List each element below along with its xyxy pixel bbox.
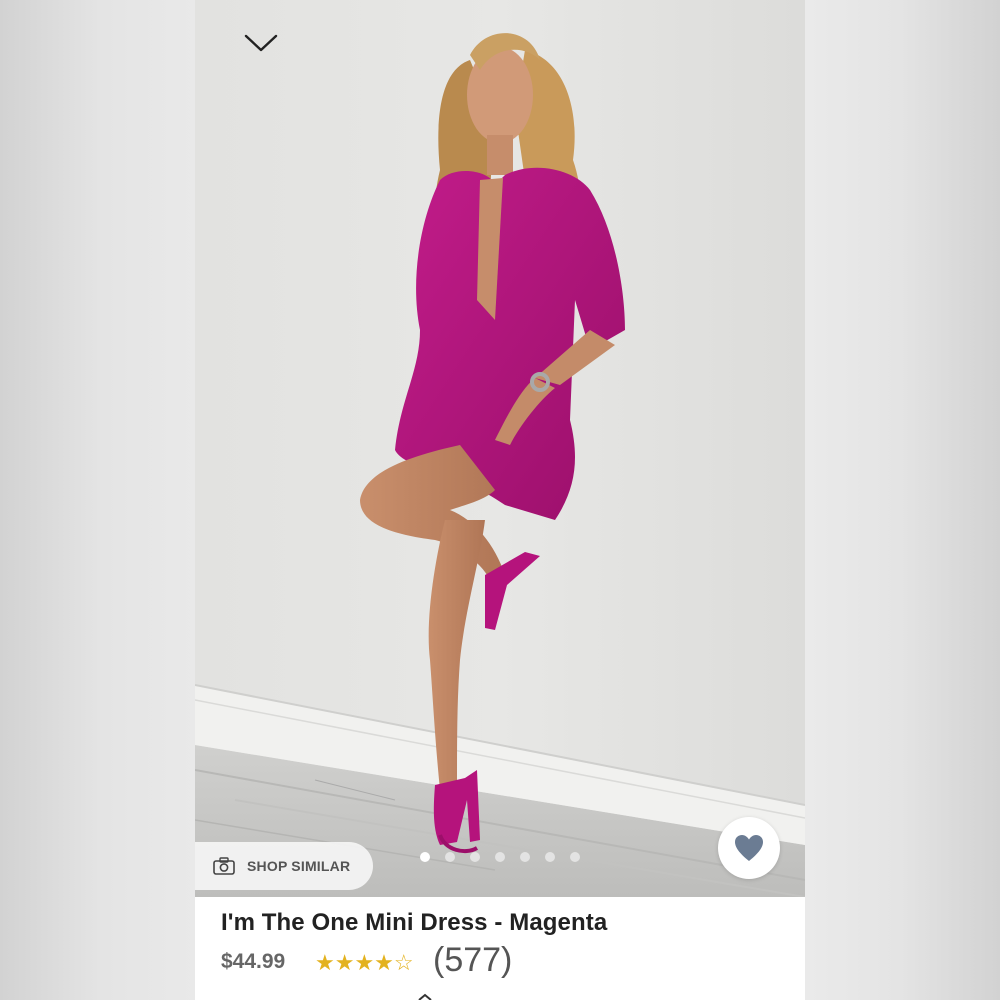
heart-icon <box>735 835 763 861</box>
carousel-dot[interactable] <box>570 852 580 862</box>
carousel-dot[interactable] <box>445 852 455 862</box>
carousel-dot[interactable] <box>495 852 505 862</box>
carousel-dot[interactable] <box>545 852 555 862</box>
collapse-button[interactable] <box>241 28 281 58</box>
product-screen: SHOP SIMILAR I'm The One Mini Dress - Ma… <box>195 0 805 1000</box>
product-image[interactable]: SHOP SIMILAR <box>195 0 805 897</box>
product-title[interactable]: I'm The One Mini Dress - Magenta <box>221 909 607 937</box>
carousel-dot[interactable] <box>420 852 430 862</box>
favorite-button[interactable] <box>718 817 780 879</box>
shop-similar-label: SHOP SIMILAR <box>247 858 351 874</box>
shop-similar-button[interactable]: SHOP SIMILAR <box>195 842 373 890</box>
carousel-indicator <box>420 852 580 862</box>
chevron-up-icon <box>418 993 432 1000</box>
chevron-down-icon <box>244 34 278 52</box>
product-photo <box>195 0 805 897</box>
camera-icon <box>213 857 235 875</box>
product-price: $44.99 <box>221 950 286 973</box>
carousel-dot[interactable] <box>470 852 480 862</box>
product-info: I'm The One Mini Dress - Magenta $44.99 … <box>195 897 805 1000</box>
review-count[interactable]: (577) <box>433 941 512 980</box>
rating-stars[interactable]: ★★★★☆ <box>315 950 414 976</box>
carousel-dot[interactable] <box>520 852 530 862</box>
